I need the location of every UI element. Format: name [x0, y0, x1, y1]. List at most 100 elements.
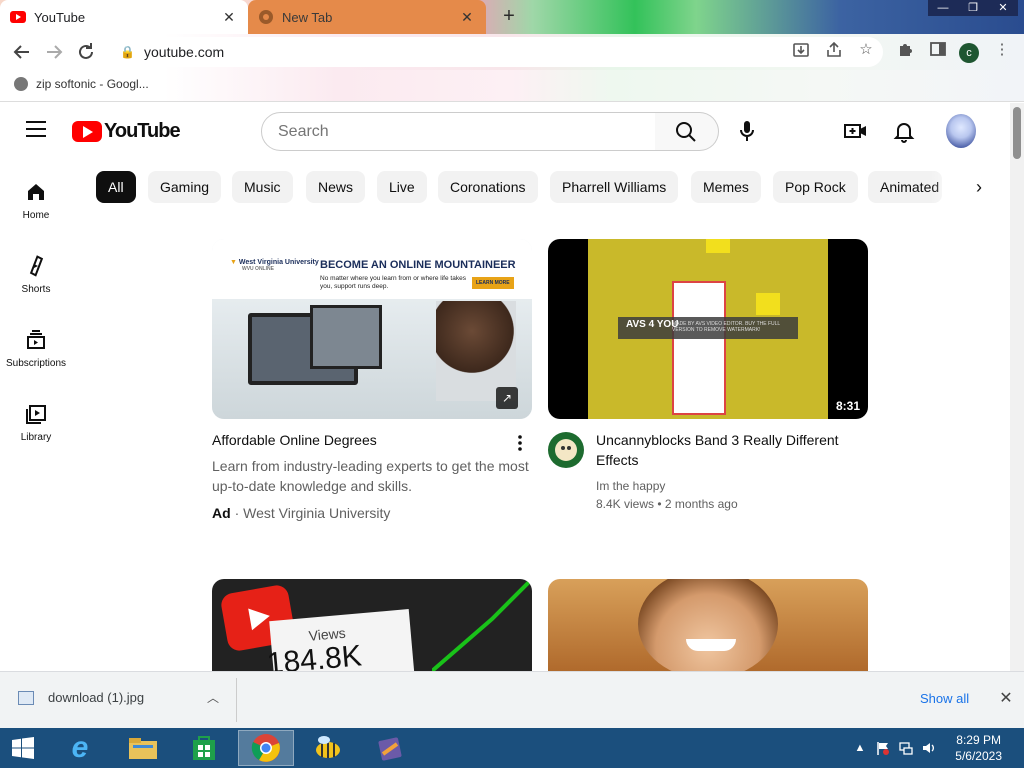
search-input[interactable]: Search [261, 112, 656, 151]
view-count: 8.4K views [596, 497, 655, 511]
chip-memes[interactable]: Memes [691, 171, 761, 203]
external-link-icon[interactable]: ↗ [496, 387, 518, 409]
extensions-icon[interactable] [896, 40, 916, 60]
share-icon[interactable] [824, 40, 844, 60]
youtube-logo[interactable]: YouTube [72, 120, 181, 143]
hamburger-menu-icon[interactable] [26, 121, 46, 137]
address-bar[interactable]: 🔒 youtube.com [108, 37, 883, 67]
side-panel-icon[interactable] [928, 40, 948, 60]
image-file-icon [18, 690, 34, 705]
guide-item-shorts[interactable]: Shorts [0, 254, 72, 295]
microphone-button[interactable] [733, 117, 761, 145]
thumbnail-block [756, 293, 780, 315]
windows-start-icon[interactable] [0, 730, 46, 766]
close-tab-icon[interactable]: ✕ [220, 8, 238, 26]
chip-live[interactable]: Live [377, 171, 427, 203]
chevron-up-icon[interactable]: ︿ [203, 688, 223, 708]
tray-expand-icon[interactable]: ▲ [852, 740, 868, 756]
tab-label: YouTube [34, 9, 86, 25]
thumbnail-character [672, 281, 726, 415]
new-tab-button[interactable]: + [497, 5, 521, 29]
tab-new-tab[interactable]: New Tab ✕ [248, 0, 486, 34]
bookmark-item[interactable]: zip softonic - Googl... [14, 77, 149, 91]
views-card: Views 184.8K [266, 609, 415, 671]
chip-gaming[interactable]: Gaming [148, 171, 222, 203]
system-clock[interactable]: 8:29 PM 5/6/2023 [955, 732, 1002, 764]
chip-music[interactable]: Music [232, 171, 293, 203]
video-thumbnail[interactable] [548, 579, 868, 671]
restore-icon[interactable]: ❐ [958, 0, 988, 16]
guide-item-library[interactable]: Library [0, 402, 72, 443]
window-controls: — ❐ ✕ [928, 0, 1018, 16]
guide-label: Home [22, 210, 50, 221]
growth-line [432, 579, 532, 671]
guide-item-home[interactable]: Home [0, 180, 72, 221]
channel-name[interactable]: Im the happy [596, 477, 665, 495]
video-thumbnail[interactable]: MADE BY AVS VIDEO EDITOR. BUY THE FULL V… [548, 239, 868, 419]
search-button[interactable] [655, 112, 719, 151]
chip-pop-rock[interactable]: Pop Rock [773, 171, 858, 203]
ad-thumbnail[interactable]: ▼ West Virginia University WVU ONLINE BE… [212, 239, 532, 419]
chip-pharrell-williams[interactable]: Pharrell Williams [550, 171, 679, 203]
tab-label: New Tab [282, 9, 333, 25]
close-tab-icon[interactable]: ✕ [458, 8, 476, 26]
guide-label: Subscriptions [5, 358, 67, 369]
action-center-flag-icon[interactable] [875, 740, 891, 756]
lock-icon: 🔒 [120, 45, 135, 59]
guide-label: Shorts [21, 284, 51, 295]
channel-avatar[interactable] [548, 432, 584, 468]
notifications-button[interactable] [891, 118, 917, 144]
close-window-icon[interactable]: ✕ [988, 0, 1018, 16]
volume-icon[interactable] [921, 740, 937, 756]
chip-all[interactable]: All [96, 171, 136, 203]
profile-avatar[interactable]: c [959, 43, 979, 63]
file-explorer-icon[interactable] [115, 730, 171, 766]
youtube-play-logo-icon [72, 121, 102, 142]
app-tool-icon[interactable] [362, 730, 418, 766]
back-arrow-icon[interactable] [10, 40, 34, 64]
network-icon[interactable] [898, 740, 914, 756]
chip-next-chevron-icon[interactable]: › [966, 174, 992, 200]
clock-time: 8:29 PM [956, 733, 1001, 747]
install-app-icon[interactable] [791, 40, 811, 60]
library-icon [24, 402, 48, 426]
more-menu-icon[interactable]: ⋮ [992, 40, 1012, 60]
store-icon[interactable] [176, 730, 232, 766]
bookmark-star-icon[interactable]: ☆ [856, 40, 876, 60]
bookmarks-bar: zip softonic - Googl... [0, 70, 1024, 102]
ad-cta: LEARN MORE [472, 277, 514, 289]
user-avatar[interactable] [946, 114, 976, 148]
chip-news[interactable]: News [306, 171, 366, 203]
create-video-button[interactable] [843, 119, 869, 143]
scrollbar-thumb[interactable] [1013, 107, 1021, 159]
ad-advertiser[interactable]: West Virginia University [243, 505, 390, 521]
video-stats: 8.4K views • 2 months ago [596, 497, 738, 511]
show-all-button[interactable]: Show all [920, 691, 969, 706]
bee-app-icon[interactable] [300, 730, 356, 766]
thumbnail-block [706, 239, 730, 253]
reload-icon[interactable] [74, 40, 98, 64]
windows-taskbar: e ▲ 8:29 PM 5/6/2023 [0, 728, 1024, 768]
bell-icon [893, 123, 915, 143]
upload-age: 2 months ago [664, 497, 738, 511]
tab-youtube[interactable]: YouTube ✕ [0, 0, 248, 34]
minimize-icon[interactable]: — [928, 0, 958, 16]
ad-person [436, 301, 516, 401]
ad-brand-logo: ▼ West Virginia University WVU ONLINE [230, 259, 319, 272]
video-title[interactable]: Uncannyblocks Band 3 Really Different Ef… [596, 430, 866, 470]
ad-title[interactable]: Affordable Online Degrees [212, 430, 502, 450]
chip-coronations[interactable]: Coronations [438, 171, 538, 203]
chrome-icon[interactable] [238, 730, 294, 766]
youtube-favicon-icon [10, 9, 26, 25]
more-actions-icon[interactable] [510, 433, 530, 453]
thumbnail-face [638, 579, 778, 671]
guide-item-subscriptions[interactable]: Subscriptions [0, 328, 72, 369]
download-item[interactable]: download (1).jpg [18, 690, 144, 705]
avs-logo: AVS 4 YOU [626, 319, 679, 330]
close-icon[interactable]: ✕ [996, 689, 1016, 709]
video-thumbnail[interactable]: Views 184.8K [212, 579, 532, 671]
internet-explorer-icon[interactable]: e [52, 730, 108, 766]
forward-arrow-icon[interactable] [42, 40, 66, 64]
ad-meta: Ad · West Virginia University [212, 505, 391, 521]
page-scrollbar[interactable] [1010, 103, 1024, 671]
